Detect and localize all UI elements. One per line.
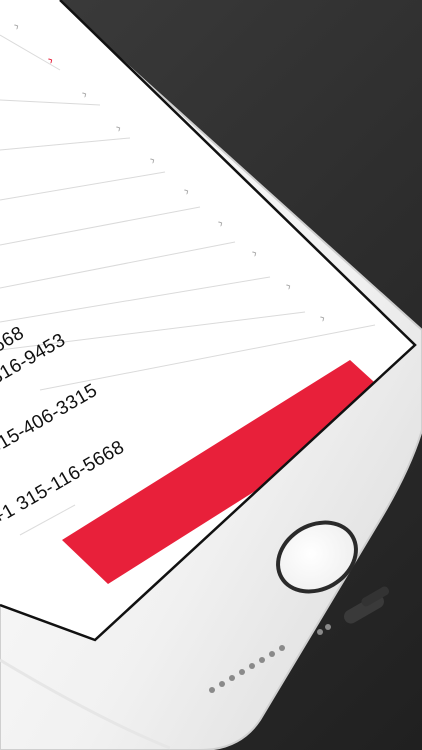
bottom-speaker-holes [209,586,390,693]
